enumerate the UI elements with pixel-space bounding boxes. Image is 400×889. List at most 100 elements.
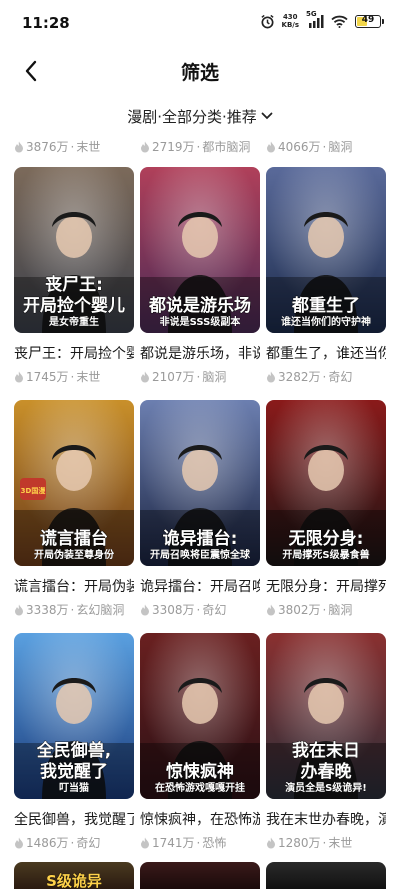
flame-icon bbox=[141, 837, 149, 848]
drama-card[interactable]: 丧尸王:开局捡个婴儿是女帝重生丧尸王：开局捡个婴儿是女帝重生 1745万·末世 bbox=[14, 167, 134, 400]
signal-icon: 5G bbox=[306, 10, 324, 28]
meta-separator: · bbox=[322, 835, 327, 850]
drama-card[interactable]: 全民御兽,我觉醒了叮当猫全民御兽，我觉醒了叮当猫 1486万·奇幻 bbox=[14, 633, 134, 866]
card-meta: 3282万 · 奇幻 bbox=[266, 368, 386, 385]
cover-title-text: 谁还当你们的守护神 bbox=[281, 315, 371, 328]
card-meta: 2107万 · 脑洞 bbox=[140, 368, 260, 385]
view-count: 3308万 bbox=[152, 603, 195, 617]
flame-icon bbox=[267, 141, 275, 152]
drama-card[interactable]: 都重生了谁还当你们的守护神都重生了，谁还当你们的守护神 3282万·奇幻 bbox=[266, 167, 386, 400]
drama-card[interactable]: 无限分身:开局撑死S级暴食兽无限分身：开局撑死S级暴食兽 3802万·脑洞 bbox=[266, 400, 386, 633]
flame-icon bbox=[141, 371, 149, 382]
card-meta: 2719万 · 都市脑洞 bbox=[140, 138, 260, 155]
drama-cover: 都说是游乐场 非说是SSS级副本 bbox=[140, 167, 260, 333]
drama-card[interactable]: 都说是游乐场非说是SSS级副本都说是游乐场，非说是SSS级副本 2107万·脑洞 bbox=[140, 167, 260, 400]
filter-label: 漫剧·全部分类·推荐 bbox=[127, 107, 257, 126]
meta-separator: · bbox=[70, 369, 75, 384]
drama-title: 全民御兽，我觉醒了叮当猫 bbox=[14, 812, 134, 828]
cover-title-text: 非说是SSS级副本 bbox=[160, 315, 242, 328]
cover-title-text: S级诡异 bbox=[46, 872, 102, 889]
flame-icon bbox=[267, 604, 275, 615]
alarm-icon bbox=[260, 14, 274, 28]
drama-cover: 无限分身: 开局撑死S级暴食兽 bbox=[266, 400, 386, 566]
drama-cover: 3D国漫 谎言擂台 开局伪装至尊身份 bbox=[14, 400, 134, 566]
battery-cap bbox=[382, 18, 384, 24]
flame-icon bbox=[141, 141, 149, 152]
battery-level: 49 bbox=[361, 14, 375, 25]
filter-dropdown[interactable]: 漫剧·全部分类·推荐 bbox=[0, 104, 400, 128]
net-speed: 430 KB/s bbox=[282, 13, 299, 29]
genre: 脑洞 bbox=[328, 140, 353, 154]
battery-icon: 49 bbox=[355, 14, 381, 28]
card-meta: 1741万 · 恐怖 bbox=[140, 834, 260, 851]
view-count: 4066万 bbox=[278, 140, 321, 154]
cover-title-text: 办春晚 bbox=[301, 761, 352, 782]
card-meta: 3802万 · 脑洞 bbox=[266, 601, 386, 618]
view-count: 1741万 bbox=[152, 836, 195, 850]
cover-title-text: 诡异擂台: bbox=[163, 528, 238, 549]
drama-cover: 我在末日 办春晚 演员全是S级诡异! bbox=[266, 633, 386, 799]
cover-title-text: 开局捡个婴儿 bbox=[23, 295, 125, 316]
drama-grid: 丧尸王:开局捡个婴儿是女帝重生丧尸王：开局捡个婴儿是女帝重生 1745万·末世 都说… bbox=[14, 167, 386, 866]
genre: 都市脑洞 bbox=[202, 140, 251, 154]
drama-card[interactable]: 诡异擂台:开局召唤将臣震惊全球诡异擂台：开局召唤将臣震惊全球 3308万·奇幻 bbox=[140, 400, 260, 633]
view-count: 3876万 bbox=[26, 140, 69, 154]
card-meta: 1280万 · 末世 bbox=[266, 834, 386, 851]
drama-cover: 都重生了 谁还当你们的守护神 bbox=[266, 167, 386, 333]
genre: 玄幻脑洞 bbox=[76, 603, 125, 617]
meta-separator: · bbox=[196, 139, 201, 154]
drama-card[interactable] bbox=[266, 862, 386, 889]
flame-icon bbox=[267, 837, 275, 848]
drama-card[interactable]: 惊悚疯神在恐怖游戏嘎嘎开挂惊悚疯神，在恐怖游戏嘎嘎开挂 1741万·恐怖 bbox=[140, 633, 260, 866]
view-count: 3338万 bbox=[26, 603, 69, 617]
wifi-icon bbox=[331, 15, 348, 28]
genre: 末世 bbox=[76, 370, 101, 384]
card-meta: 3338万 · 玄幻脑洞 bbox=[14, 601, 134, 618]
genre: 恐怖 bbox=[202, 836, 227, 850]
drama-cover: 全民御兽, 我觉醒了 叮当猫 bbox=[14, 633, 134, 799]
drama-title: 惊悚疯神，在恐怖游戏嘎嘎开挂 bbox=[140, 812, 260, 828]
drama-title: 无限分身：开局撑死S级暴食兽 bbox=[266, 579, 386, 595]
drama-card[interactable]: S级诡异 bbox=[14, 862, 134, 889]
drama-card[interactable] bbox=[140, 862, 260, 889]
drama-title: 丧尸王：开局捡个婴儿是女帝重生 bbox=[14, 346, 134, 362]
status-time: 11:28 bbox=[22, 14, 70, 32]
genre: 奇幻 bbox=[328, 370, 353, 384]
view-count: 2107万 bbox=[152, 370, 195, 384]
meta-separator: · bbox=[196, 602, 201, 617]
drama-card[interactable]: 我在末日办春晚演员全是S级诡异! 我在末世办春晚，演员全是S级诡异 1280万·末世 bbox=[266, 633, 386, 866]
net-speed-value: 430 bbox=[282, 13, 298, 21]
meta-separator: · bbox=[196, 369, 201, 384]
meta-separator: · bbox=[70, 835, 75, 850]
view-count: 2719万 bbox=[152, 140, 195, 154]
card-meta: 1745万 · 末世 bbox=[14, 368, 134, 385]
next-row-covers: S级诡异 bbox=[14, 862, 386, 889]
cover-title-text: 我觉醒了 bbox=[40, 761, 108, 782]
meta-separator: · bbox=[322, 602, 327, 617]
chevron-down-icon bbox=[261, 112, 273, 120]
status-icons: 430 KB/s 5G 49 bbox=[260, 10, 384, 29]
previous-row-metas: 3876万 · 末世 2719万 · 都市脑洞 4066万 · 脑洞 bbox=[14, 138, 386, 155]
flame-icon bbox=[15, 604, 23, 615]
flame-icon bbox=[15, 141, 23, 152]
flame-icon bbox=[15, 371, 23, 382]
header: 筛选 bbox=[0, 48, 400, 92]
cover-title-text: 开局撑死S级暴食兽 bbox=[282, 548, 369, 561]
drama-card[interactable]: 3D国漫谎言擂台开局伪装至尊身份谎言擂台：开局伪装至尊身份 3338万·玄幻脑洞 bbox=[14, 400, 134, 633]
flame-icon bbox=[141, 604, 149, 615]
drama-cover: 丧尸王: 开局捡个婴儿 是女帝重生 bbox=[14, 167, 134, 333]
card-meta: 3308万 · 奇幻 bbox=[140, 601, 260, 618]
card-meta: 4066万 · 脑洞 bbox=[266, 138, 386, 155]
cover-title-text: 全民御兽, bbox=[36, 740, 111, 761]
genre: 脑洞 bbox=[202, 370, 227, 384]
genre: 末世 bbox=[328, 836, 353, 850]
cover-badge: 3D国漫 bbox=[21, 486, 46, 495]
cover-title-text: 无限分身: bbox=[288, 528, 364, 549]
meta-separator: · bbox=[322, 369, 327, 384]
view-count: 3802万 bbox=[278, 603, 321, 617]
view-count: 1280万 bbox=[278, 836, 321, 850]
cover-title-text: 在恐怖游戏嘎嘎开挂 bbox=[155, 781, 245, 794]
view-count: 1486万 bbox=[26, 836, 69, 850]
drama-cover: 诡异擂台: 开局召唤将臣震惊全球 bbox=[140, 400, 260, 566]
cover-title-text: 演员全是S级诡异! bbox=[285, 781, 367, 794]
